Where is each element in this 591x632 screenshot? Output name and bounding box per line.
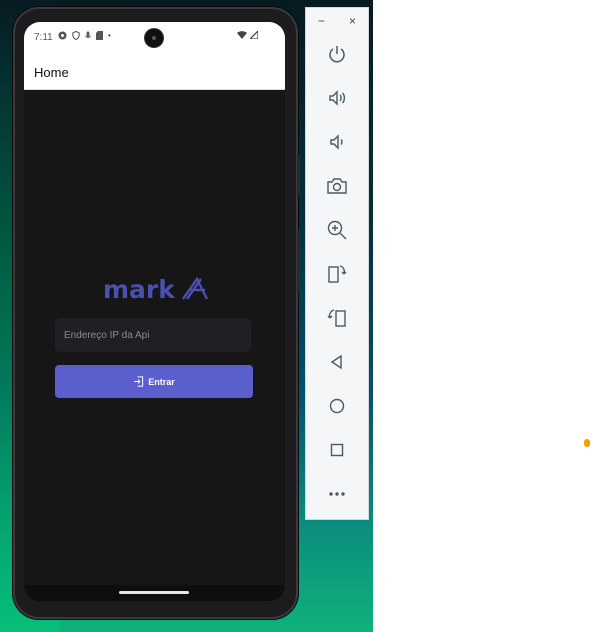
logo-wordmark: mark xyxy=(103,276,176,302)
rotate-left-button[interactable] xyxy=(325,262,349,286)
status-indicator-dot xyxy=(584,439,590,447)
rotate-left-icon xyxy=(328,265,347,283)
page-title: Home xyxy=(34,65,69,80)
enter-button[interactable]: Entrar xyxy=(55,365,253,398)
zoom-button[interactable] xyxy=(325,218,349,242)
markx-logo: mark xyxy=(103,276,209,302)
shield-icon xyxy=(72,31,80,40)
phone-screen: 7:11 • Home mark Entrar xyxy=(24,22,285,601)
wifi-icon xyxy=(237,31,247,39)
overview-icon xyxy=(330,443,344,457)
rotate-right-button[interactable] xyxy=(325,306,349,330)
phone-power-button xyxy=(297,155,300,195)
notification-icons: • xyxy=(58,31,111,40)
screenshot-button[interactable] xyxy=(325,174,349,198)
volume-down-button[interactable] xyxy=(325,130,349,154)
camera-icon xyxy=(327,178,347,194)
gesture-nav-bar xyxy=(24,585,285,601)
status-time: 7:11 xyxy=(34,32,53,43)
signal-icon xyxy=(250,31,258,39)
power-button[interactable] xyxy=(325,42,349,66)
close-button[interactable]: × xyxy=(349,14,356,28)
home-icon xyxy=(329,398,345,414)
microphone-icon xyxy=(85,31,91,38)
back-icon xyxy=(330,354,342,370)
overview-button[interactable] xyxy=(325,438,349,462)
app-bar: Home xyxy=(24,54,285,90)
front-camera xyxy=(145,29,163,47)
power-icon xyxy=(329,46,345,63)
zoom-icon xyxy=(327,220,347,240)
more-button[interactable] xyxy=(325,482,349,506)
notification-dot-icon: • xyxy=(108,31,111,40)
volume-up-button[interactable] xyxy=(325,86,349,110)
rotate-right-icon xyxy=(327,309,346,327)
system-icons xyxy=(237,31,258,39)
markx-logo-graphic: mark xyxy=(103,276,209,302)
back-button[interactable] xyxy=(325,350,349,374)
toolbar-window-controls: − × xyxy=(306,14,368,28)
more-icon xyxy=(329,492,345,496)
minimize-button[interactable]: − xyxy=(318,14,325,28)
logo-x-mark xyxy=(182,276,209,300)
emulator-toolbar: − × xyxy=(305,7,369,520)
volume-down-icon xyxy=(330,134,343,150)
home-button[interactable] xyxy=(325,394,349,418)
api-ip-address-input[interactable] xyxy=(55,318,251,352)
sd-card-icon xyxy=(96,31,103,40)
phone-volume-button xyxy=(297,230,300,292)
settings-notification-icon xyxy=(58,31,67,40)
enter-button-label: Entrar xyxy=(148,376,175,387)
volume-up-icon xyxy=(329,90,346,106)
login-icon xyxy=(134,376,144,387)
home-gesture-handle[interactable] xyxy=(119,591,189,594)
status-bar: 7:11 • xyxy=(24,22,285,54)
